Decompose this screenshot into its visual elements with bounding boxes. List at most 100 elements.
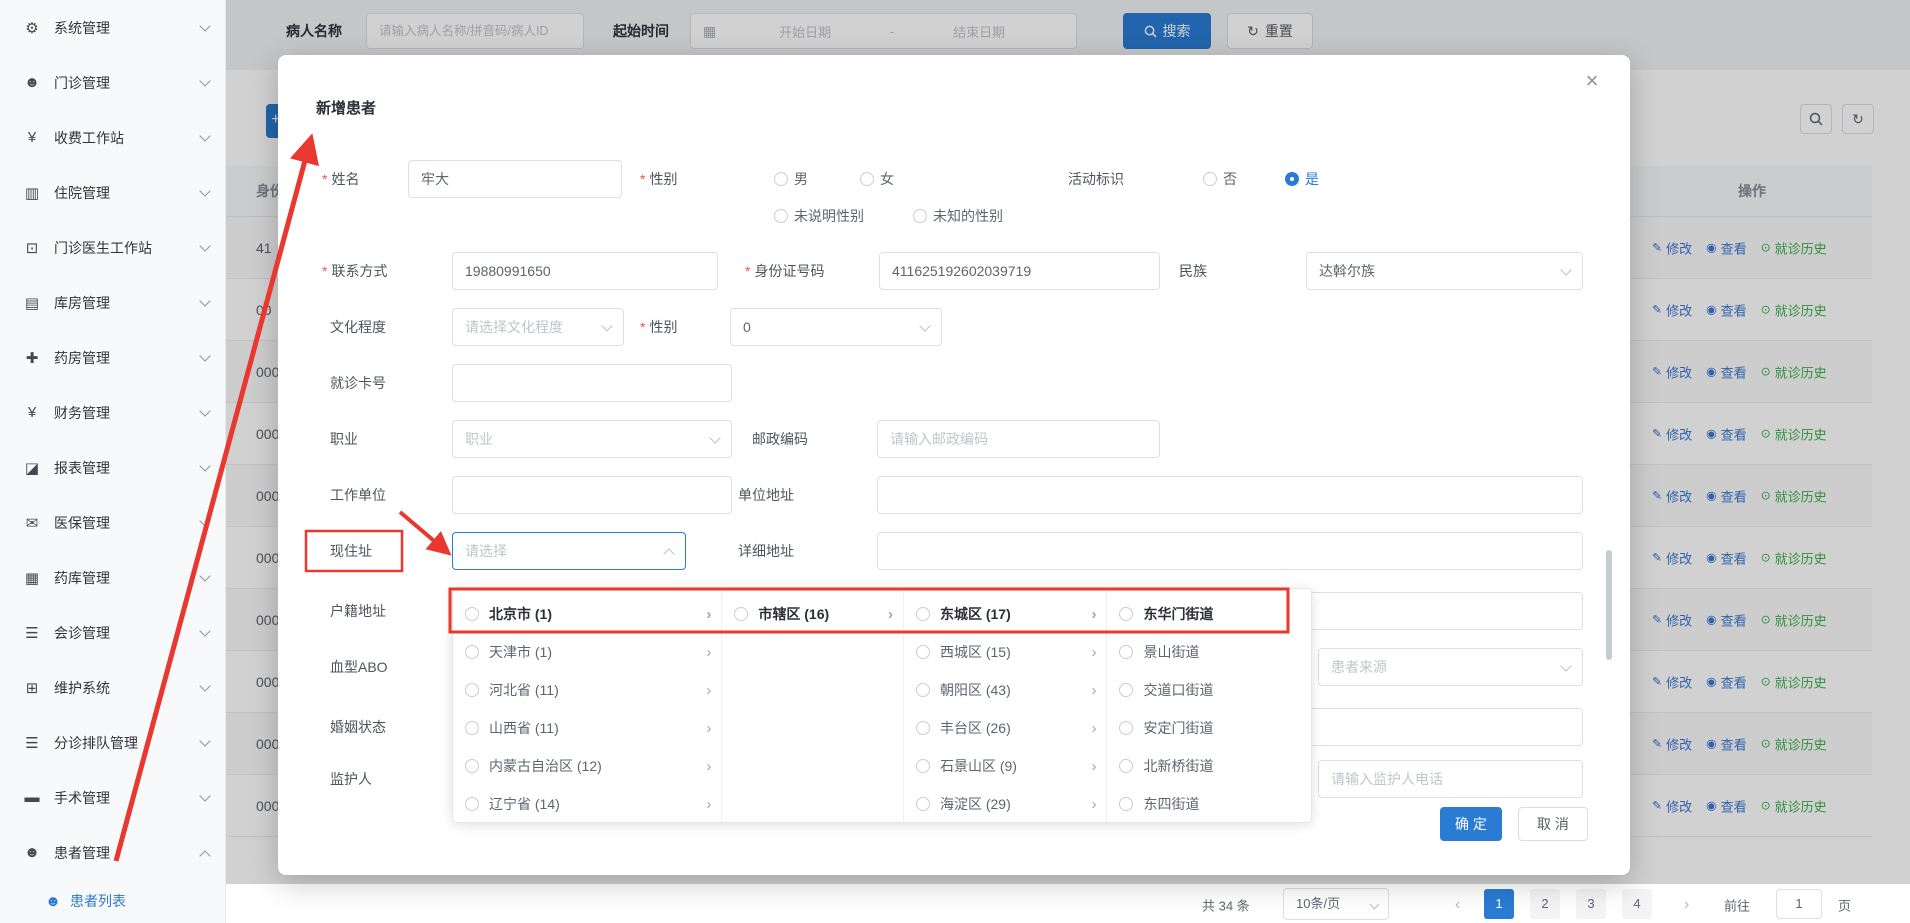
current-address-cascader[interactable]: 请选择 bbox=[452, 532, 686, 570]
cascader-option[interactable]: 朝阳区 (43) › bbox=[904, 671, 1107, 709]
sidebar-item[interactable]: ◪ 报表管理 bbox=[0, 440, 225, 495]
chevron-down-icon bbox=[709, 432, 720, 443]
cascader-option[interactable]: 交道口街道 bbox=[1107, 671, 1311, 709]
cascader-option[interactable]: 海淀区 (29) › bbox=[904, 785, 1107, 822]
cascader-option[interactable]: 东城区 (17) › bbox=[904, 595, 1107, 633]
active-flag-option-no[interactable]: 否 bbox=[1223, 169, 1237, 189]
page-size-select[interactable]: 10条/页 bbox=[1283, 888, 1389, 920]
page-button[interactable]: 1 bbox=[1484, 889, 1514, 919]
gender-option-male[interactable]: 男 bbox=[794, 169, 808, 189]
radio-icon[interactable] bbox=[1119, 759, 1133, 773]
sidebar-item-patient-list[interactable]: ☻ 患者列表 bbox=[0, 880, 225, 922]
radio-icon[interactable] bbox=[916, 607, 930, 621]
education-select[interactable]: 请选择文化程度 bbox=[452, 308, 624, 346]
detail-address-input[interactable] bbox=[877, 532, 1583, 570]
prev-page-button[interactable]: ‹ bbox=[1455, 896, 1460, 914]
cascader-option[interactable]: 安定门街道 bbox=[1107, 709, 1311, 747]
sidebar-item[interactable]: ▦ 药库管理 bbox=[0, 550, 225, 605]
gender-option-unspecified[interactable]: 未说明性别 bbox=[794, 206, 864, 226]
cascader-option[interactable]: 北新桥街道 bbox=[1107, 747, 1311, 785]
sidebar-menu: ⚙ 系统管理 ☻ 门诊管理 ¥ 收费工作站 ▥ 住院管理 bbox=[0, 0, 225, 880]
sidebar-item[interactable]: ✚ 药房管理 bbox=[0, 330, 225, 385]
confirm-button[interactable]: 确 定 bbox=[1440, 807, 1502, 841]
sidebar-item[interactable]: ☰ 会诊管理 bbox=[0, 605, 225, 660]
radio-icon[interactable] bbox=[465, 683, 479, 697]
radio-icon[interactable] bbox=[465, 721, 479, 735]
radio-icon[interactable] bbox=[916, 721, 930, 735]
cascader-option[interactable]: 东华门街道 bbox=[1107, 595, 1311, 633]
sidebar-item[interactable]: ☻ 患者管理 bbox=[0, 825, 225, 880]
sidebar-item[interactable]: ✉ 医保管理 bbox=[0, 495, 225, 550]
name-input[interactable]: 牢大 bbox=[408, 160, 622, 198]
sidebar-item[interactable]: ⊡ 门诊医生工作站 bbox=[0, 220, 225, 275]
sidebar-item[interactable]: ▤ 库房管理 bbox=[0, 275, 225, 330]
unit-address-input[interactable] bbox=[877, 476, 1583, 514]
radio-icon[interactable] bbox=[1119, 607, 1133, 621]
radio-icon[interactable] bbox=[465, 797, 479, 811]
cascader-option[interactable]: 山西省 (11) › bbox=[453, 709, 721, 747]
contact-label: 联系方式 bbox=[322, 261, 387, 281]
guardian-phone-input[interactable]: 请输入监护人电话 bbox=[1318, 760, 1583, 798]
sidebar-item[interactable]: ⊞ 维护系统 bbox=[0, 660, 225, 715]
radio-icon[interactable] bbox=[916, 797, 930, 811]
radio-icon[interactable] bbox=[734, 607, 748, 621]
gender-option-female[interactable]: 女 bbox=[880, 169, 894, 189]
page-button[interactable]: 3 bbox=[1576, 889, 1606, 919]
radio-icon[interactable] bbox=[465, 645, 479, 659]
next-page-button[interactable]: › bbox=[1684, 896, 1689, 914]
active-flag-label: 活动标识 bbox=[1068, 169, 1124, 189]
page-button[interactable]: 4 bbox=[1622, 889, 1652, 919]
radio-icon[interactable] bbox=[1119, 797, 1133, 811]
gender-radio-unspecified[interactable] bbox=[774, 209, 788, 223]
cascader-option[interactable]: 内蒙古自治区 (12) › bbox=[453, 747, 721, 785]
cascader-option[interactable]: 天津市 (1) › bbox=[453, 633, 721, 671]
sidebar-item[interactable]: ¥ 收费工作站 bbox=[0, 110, 225, 165]
cascader-option-label: 内蒙古自治区 (12) bbox=[489, 756, 700, 776]
sidebar-item[interactable]: ☰ 分诊排队管理 bbox=[0, 715, 225, 770]
ethnicity-select[interactable]: 达斡尔族 bbox=[1306, 252, 1583, 290]
radio-icon[interactable] bbox=[1119, 721, 1133, 735]
work-unit-input[interactable] bbox=[452, 476, 732, 514]
sidebar-item[interactable]: ▬ 手术管理 bbox=[0, 770, 225, 825]
id-number-input[interactable]: 411625192602039719 bbox=[879, 252, 1160, 290]
gender-option-unknown[interactable]: 未知的性别 bbox=[933, 206, 1003, 226]
cascader-option[interactable]: 西城区 (15) › bbox=[904, 633, 1107, 671]
cascader-option[interactable]: 市辖区 (16) › bbox=[722, 595, 903, 633]
cascader-option[interactable]: 辽宁省 (14) › bbox=[453, 785, 721, 822]
sidebar-item-label: 报表管理 bbox=[54, 458, 201, 478]
page-button[interactable]: 2 bbox=[1530, 889, 1560, 919]
cascader-option[interactable]: 丰台区 (26) › bbox=[904, 709, 1107, 747]
radio-icon[interactable] bbox=[465, 759, 479, 773]
radio-icon[interactable] bbox=[1119, 683, 1133, 697]
cascader-option[interactable]: 东四街道 bbox=[1107, 785, 1311, 822]
cascader-option[interactable]: 河北省 (11) › bbox=[453, 671, 721, 709]
sidebar-item[interactable]: ☻ 门诊管理 bbox=[0, 55, 225, 110]
occupation-select[interactable]: 职业 bbox=[452, 420, 732, 458]
cancel-button[interactable]: 取 消 bbox=[1518, 807, 1588, 841]
gender-radio-male[interactable] bbox=[774, 172, 788, 186]
patient-source-select[interactable]: 患者来源 bbox=[1318, 648, 1583, 686]
radio-icon[interactable] bbox=[916, 645, 930, 659]
close-icon[interactable]: × bbox=[1578, 67, 1606, 95]
gender-radio-unknown[interactable] bbox=[913, 209, 927, 223]
active-flag-radio-yes[interactable] bbox=[1285, 172, 1299, 186]
radio-icon[interactable] bbox=[916, 683, 930, 697]
radio-icon[interactable] bbox=[465, 607, 479, 621]
active-flag-option-yes[interactable]: 是 bbox=[1305, 169, 1319, 189]
gender2-select[interactable]: 0 bbox=[730, 308, 942, 346]
cascader-option[interactable]: 北京市 (1) › bbox=[453, 595, 721, 633]
cascader-option[interactable]: 石景山区 (9) › bbox=[904, 747, 1107, 785]
cascader-option[interactable]: 景山街道 bbox=[1107, 633, 1311, 671]
postal-code-input[interactable]: 请输入邮政编码 bbox=[877, 420, 1160, 458]
sidebar-item[interactable]: ⚙ 系统管理 bbox=[0, 0, 225, 55]
sidebar-item[interactable]: ¥ 财务管理 bbox=[0, 385, 225, 440]
goto-page-input[interactable]: 1 bbox=[1776, 889, 1822, 919]
radio-icon[interactable] bbox=[916, 759, 930, 773]
radio-icon[interactable] bbox=[1119, 645, 1133, 659]
sidebar-item[interactable]: ▥ 住院管理 bbox=[0, 165, 225, 220]
visit-card-input[interactable] bbox=[452, 364, 732, 402]
contact-input[interactable]: 19880991650 bbox=[452, 252, 718, 290]
modal-scrollbar[interactable] bbox=[1606, 550, 1612, 660]
gender-radio-female[interactable] bbox=[860, 172, 874, 186]
active-flag-radio-no[interactable] bbox=[1203, 172, 1217, 186]
